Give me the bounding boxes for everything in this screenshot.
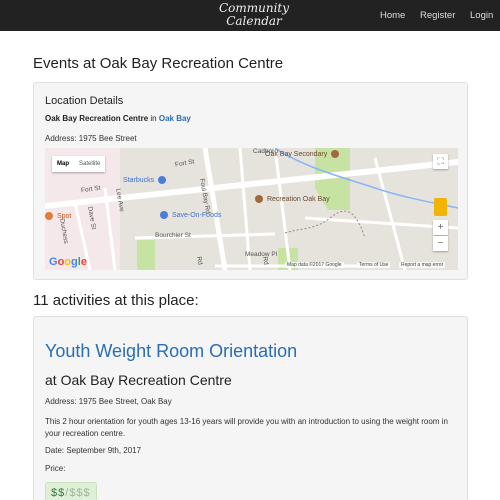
zoom-in-button[interactable]: + [433,220,448,235]
location-city-link[interactable]: Oak Bay [159,114,191,123]
map-terms-link[interactable]: Terms of Use [357,262,391,268]
map-type-map-button[interactable]: Map [52,156,74,172]
location-details-title: Location Details [45,95,124,107]
activity-description: This 2 hour orientation for youth ages 1… [45,417,448,438]
activity-title-link[interactable]: Youth Weight Room Orientation [45,341,297,362]
activity-price-label: Price: [45,464,66,473]
place-marker-icon [255,195,263,203]
map-type-satellite-button[interactable]: Satellite [74,156,105,172]
price-active-symbols: $$ [51,487,66,499]
map-poi-school[interactable]: Oak Bay Secondary [265,150,341,158]
shopping-cart-icon [160,211,168,219]
poi-starbucks-label: Starbucks [123,176,155,184]
food-icon [45,212,53,220]
poi-school-label: Oak Bay Secondary [265,150,328,158]
location-name: Oak Bay Recreation Centre [45,114,149,123]
fullscreen-icon[interactable]: ⛶ [433,154,448,169]
map-data-attribution: Map data ©2017 Google [285,262,344,268]
map-street-label: Rd [195,256,204,266]
map-park-area-small [137,240,155,270]
poi-save-on-foods-label: Save-On-Foods [171,211,222,219]
price-rating-badge: $$/$$$ [45,482,97,500]
map-street-label: Rd [261,256,270,266]
zoom-out-button[interactable]: − [433,236,448,251]
map-poi-spot[interactable]: Spot [45,212,71,220]
nav-home-link[interactable]: Home [380,10,405,21]
map-poi-save-on-foods[interactable]: Save-On-Foods [160,211,221,219]
activity-address: Address: 1975 Bee Street, Oak Bay [45,397,172,406]
map-poi-starbucks[interactable]: Starbucks [123,176,168,184]
activity-date: Date: September 9th, 2017 [45,446,142,455]
location-address: Address: 1975 Bee Street [45,134,137,143]
activities-heading: 11 activities at this place: [33,292,199,309]
shopping-icon [158,176,167,184]
brand-logo[interactable]: Community Calendar [217,2,291,28]
map-report-error-link[interactable]: Report a map error [399,262,446,268]
activity-card: Youth Weight Room Orientation at Oak Bay… [33,316,468,500]
location-details-card: Location Details Oak Bay Recreation Cent… [33,82,468,280]
google-logo[interactable]: Google [49,256,87,268]
location-in-word: in [150,114,157,123]
activity-place: at Oak Bay Recreation Centre [45,372,232,388]
map-type-control: Map Satellite [52,156,106,172]
location-map[interactable]: Map Satellite ⛶ + − Fort St Fort St Cadb… [45,148,458,270]
poi-spot-label: Spot [56,212,72,220]
price-inactive-symbols: $$$ [69,487,91,499]
nav-login-link[interactable]: Login [470,10,493,21]
location-name-line: Oak Bay Recreation Centre in Oak Bay [45,114,191,123]
poi-recreation-label: Recreation Oak Bay [266,195,330,203]
nav-register-link[interactable]: Register [420,10,455,21]
navbar: Community Calendar Home Register Login [0,0,500,31]
page-title: Events at Oak Bay Recreation Centre [33,55,284,72]
school-icon [331,150,340,158]
pegman-icon[interactable] [434,198,447,216]
map-poi-recreation[interactable]: Recreation Oak Bay [255,195,330,203]
map-street-label: Bourchier St [155,232,191,239]
map-road-east-2 [373,157,407,270]
map-trail [284,210,366,239]
brand-line-2: Calendar [226,14,282,28]
